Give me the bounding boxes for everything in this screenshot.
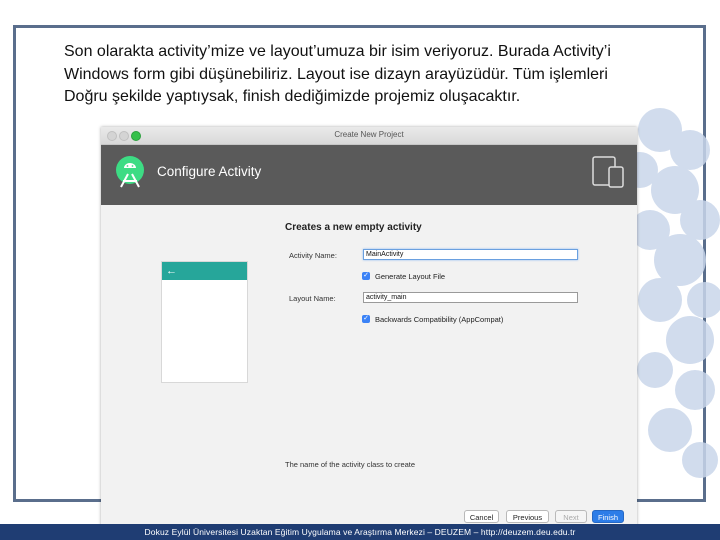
slide-text-line: Son olarakta activity’mize ve layout’umu… [64, 43, 611, 60]
slide-body-text: Son olarakta activity’mize ve layout’umu… [64, 41, 704, 109]
device-form-factor-icon [592, 156, 624, 188]
wizard-header: Configure Activity [101, 145, 637, 205]
next-button[interactable]: Next [555, 510, 587, 523]
android-studio-logo-icon [116, 156, 144, 188]
section-title: Creates a new empty activity [285, 222, 422, 233]
cancel-button[interactable]: Cancel [464, 510, 499, 523]
activity-preview: ← [161, 261, 248, 383]
activity-name-input[interactable] [363, 249, 578, 260]
slide-text-line: Windows form gibi düşünebiliriz. Layout … [64, 65, 608, 83]
window-title: Create New Project [334, 130, 404, 139]
previous-button[interactable]: Previous [506, 510, 549, 523]
back-arrow-icon: ← [166, 265, 177, 277]
preview-app-bar: ← [162, 262, 247, 280]
configure-activity-title: Configure Activity [157, 164, 262, 179]
backwards-compat-label: Backwards Compatibility (AppCompat) [375, 315, 504, 324]
activity-name-label: Activity Name: [289, 251, 337, 260]
create-new-project-window: Create New Project Configure Activity ← … [101, 127, 637, 527]
window-titlebar: Create New Project [101, 127, 637, 145]
footer-text: Dokuz Eylül Üniversitesi Uzaktan Eğitim … [144, 527, 576, 537]
help-text: The name of the activity class to create [285, 460, 416, 469]
generate-layout-checkbox[interactable]: ✓ [362, 272, 370, 280]
layout-name-input[interactable] [363, 292, 578, 303]
finish-button[interactable]: Finish [592, 510, 624, 523]
wizard-content: ← Creates a new empty activity Activity … [101, 205, 637, 527]
slide-text-line: Doğru şekilde yaptıysak, finish dediğimi… [64, 88, 521, 105]
generate-layout-label: Generate Layout File [375, 272, 446, 281]
layout-name-label: Layout Name: [289, 294, 336, 303]
backwards-compat-checkbox[interactable]: ✓ [362, 315, 370, 323]
